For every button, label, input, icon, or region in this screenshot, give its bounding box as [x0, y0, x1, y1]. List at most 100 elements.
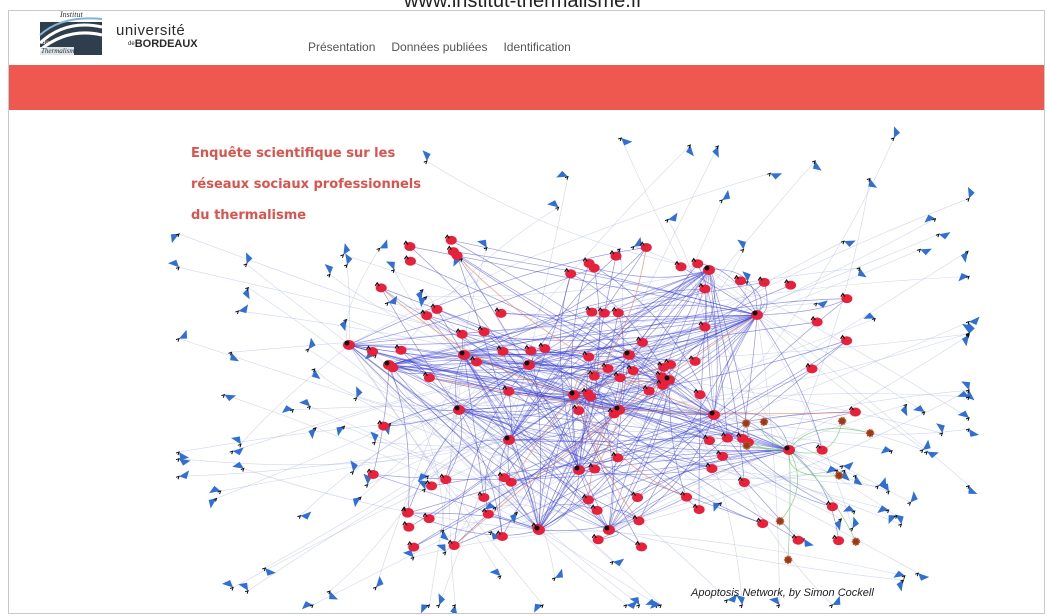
blue-arrow-node — [379, 239, 388, 249]
site-header: Institut du Thermalisme université deBOR… — [9, 11, 1044, 65]
institut-thermalisme-logo[interactable]: Institut du Thermalisme — [36, 10, 104, 57]
red-circle-node — [792, 535, 804, 545]
node-marker — [175, 475, 180, 480]
node-marker — [888, 449, 893, 454]
red-circle-node — [583, 352, 595, 362]
red-circle-node — [612, 453, 624, 463]
red-circle-node — [403, 522, 415, 532]
nav-identification[interactable]: Identification — [503, 40, 570, 54]
nav-donnees-publiees[interactable]: Données publiées — [391, 40, 487, 54]
node-marker — [175, 457, 180, 462]
red-circle-node — [738, 478, 750, 488]
red-circle-node — [367, 347, 379, 357]
red-circle-node — [610, 251, 622, 261]
red-circle-node — [693, 505, 705, 515]
blue-arrow-node — [918, 573, 930, 581]
node-marker — [497, 575, 502, 580]
red-circle-node — [582, 495, 594, 505]
red-circle-node — [632, 493, 644, 503]
node-marker — [618, 137, 622, 142]
node-marker — [935, 233, 940, 238]
node-marker — [623, 604, 628, 609]
blue-arrow-node — [852, 516, 860, 529]
blue-arrow-node — [969, 428, 980, 437]
red-circle-node — [699, 322, 711, 332]
node-marker — [664, 218, 669, 223]
red-circle-node — [841, 336, 853, 346]
blue-arrow-node — [920, 248, 932, 256]
red-circle-node — [426, 481, 438, 491]
hub-marker — [604, 525, 610, 531]
node-marker — [311, 368, 316, 373]
graph-edge — [713, 414, 833, 508]
red-circle-node — [431, 304, 443, 314]
red-circle-node — [448, 541, 460, 551]
red-circle-node — [694, 390, 706, 400]
node-marker — [384, 301, 389, 306]
blue-arrow-node — [938, 232, 951, 240]
blue-arrow-node — [324, 264, 334, 275]
browser-page: Institut du Thermalisme université deBOR… — [8, 10, 1045, 614]
hub-marker — [614, 405, 620, 411]
node-marker — [217, 490, 222, 495]
hub-marker — [534, 525, 540, 531]
node-marker — [856, 267, 861, 272]
node-marker — [235, 310, 240, 315]
red-circle-node — [565, 269, 577, 279]
node-marker — [488, 530, 493, 535]
red-circle-node — [408, 542, 420, 552]
red-circle-node — [640, 242, 652, 252]
red-circle-node — [806, 364, 818, 374]
graph-edge — [449, 354, 465, 606]
blue-arrow-node — [422, 150, 431, 162]
node-marker — [229, 586, 234, 591]
red-circle-node — [447, 247, 459, 257]
blue-arrow-node — [221, 580, 234, 588]
node-marker — [175, 451, 180, 456]
node-marker — [410, 556, 415, 561]
hub-marker — [524, 360, 530, 366]
red-circle-node — [689, 356, 701, 366]
node-marker — [350, 470, 355, 475]
blue-arrow-node — [896, 580, 904, 592]
hub-marker — [384, 360, 390, 366]
blue-arrow-node — [957, 410, 969, 418]
hub-marker — [569, 390, 575, 396]
hub-marker — [574, 465, 580, 471]
node-marker — [175, 266, 180, 271]
node-marker — [630, 245, 635, 250]
blue-arrow-node — [208, 498, 217, 509]
node-marker — [829, 604, 834, 609]
red-circle-node — [445, 235, 457, 245]
institut-logo-line2: du — [42, 40, 49, 46]
red-circle-node — [699, 284, 711, 294]
red-circle-node — [703, 436, 715, 446]
node-marker — [915, 572, 919, 577]
graph-edge — [713, 414, 911, 503]
hero-title-line-2: réseaux sociaux professionnels — [191, 177, 421, 192]
blue-arrow-node — [667, 212, 678, 222]
university-de: de — [128, 41, 135, 47]
blue-arrow-node — [489, 568, 501, 577]
red-circle-node — [816, 445, 828, 455]
node-marker — [309, 604, 314, 609]
hub-marker — [459, 350, 465, 356]
red-circle-node — [497, 346, 509, 356]
node-marker — [739, 604, 744, 609]
red-circle-node — [849, 407, 861, 417]
red-circle-node — [841, 294, 853, 304]
node-marker — [939, 432, 944, 437]
institut-logo-line1: Institut — [60, 10, 83, 19]
universite-bordeaux-logo[interactable]: université deBORDEAUX — [116, 23, 198, 50]
blue-arrow-node — [232, 447, 244, 456]
blue-arrow-node — [299, 398, 311, 407]
node-marker — [371, 441, 376, 446]
nav-presentation[interactable]: Présentation — [308, 40, 375, 54]
hub-marker — [784, 445, 790, 451]
graph-edge — [713, 414, 833, 508]
node-marker — [340, 253, 345, 258]
red-circle-node — [591, 505, 603, 515]
node-marker — [767, 172, 772, 177]
main-nav: Présentation Données publiées Identifica… — [308, 40, 571, 54]
red-circle-node — [402, 508, 414, 518]
